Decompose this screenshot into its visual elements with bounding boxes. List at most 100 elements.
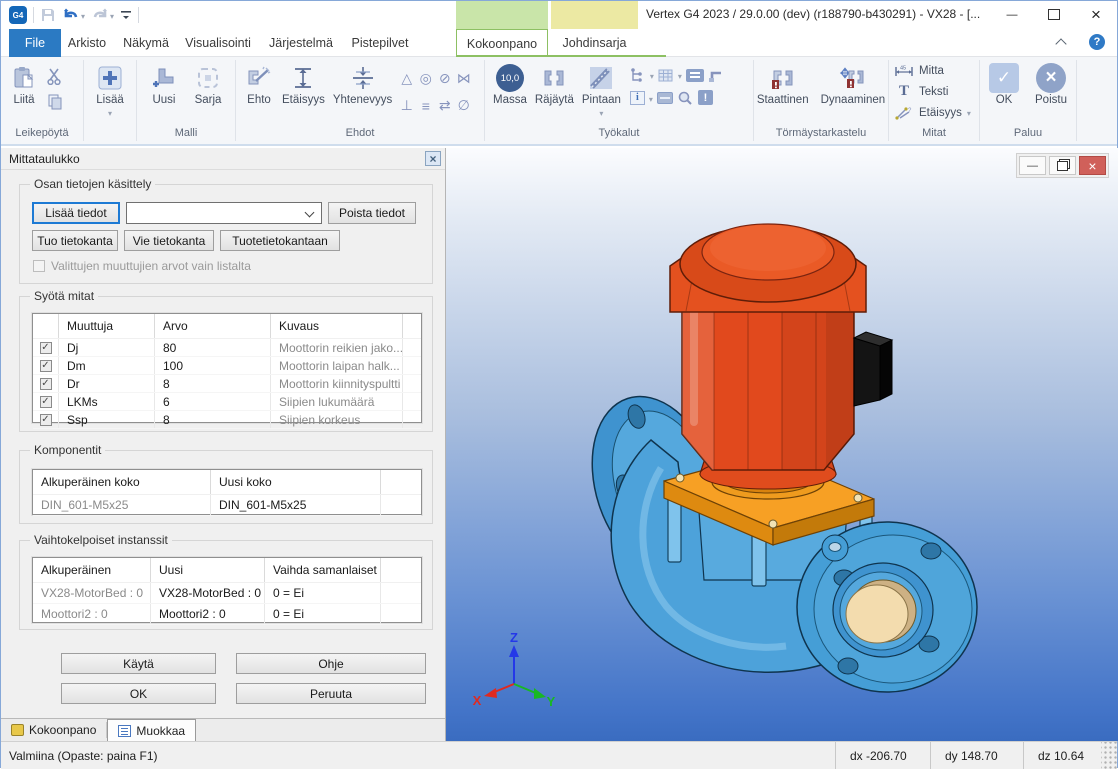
maximize-button[interactable]	[1037, 1, 1071, 28]
mdi-restore-button[interactable]	[1049, 156, 1076, 175]
dimension-row[interactable]: LKMs 6 Siipien lukumäärä	[33, 393, 421, 411]
new-button[interactable]: Uusi	[146, 61, 182, 106]
combo-dropdown-icon[interactable]	[305, 208, 315, 218]
dimension-row[interactable]: Ssp 8 Siipien korkeus	[33, 411, 421, 429]
dimension-row[interactable]: Dm 100 Moottorin laipan halk...	[33, 357, 421, 375]
minimize-button[interactable]	[995, 1, 1029, 28]
listed-values-checkbox[interactable]	[33, 260, 45, 272]
dimensions-table: Muuttuja Arvo Kuvaus Dj 80 Moottorin rei…	[32, 313, 422, 423]
skeleton-tree-icon[interactable]	[630, 67, 646, 83]
redo-dropdown-icon[interactable]	[110, 8, 114, 22]
row-checkbox[interactable]	[40, 414, 52, 426]
ok-ribbon-button[interactable]: OK	[986, 61, 1022, 106]
viewport-3d[interactable]: Z X Y — ×	[446, 148, 1118, 741]
exit-button[interactable]: Poistu	[1032, 61, 1070, 106]
parallel-constraint-icon[interactable]	[422, 98, 430, 114]
export-database-button[interactable]: Vie tietokanta	[124, 230, 214, 251]
apply-button[interactable]: Käytä	[61, 653, 216, 674]
cancel-button[interactable]: Peruuta	[236, 683, 426, 704]
dimension-row[interactable]: Dr 8 Moottorin kiinnityspultti	[33, 375, 421, 393]
mdi-close-button[interactable]: ×	[1079, 156, 1106, 175]
help-icon[interactable]: ?	[1089, 34, 1105, 50]
save-icon[interactable]	[40, 7, 56, 23]
properties-icon[interactable]	[686, 69, 704, 82]
mdi-minimize-button[interactable]: —	[1019, 156, 1046, 175]
component-row[interactable]: DIN_601-M5x25 DIN_601-M5x25	[33, 495, 421, 516]
info-icon[interactable]	[630, 91, 645, 105]
dimension-row[interactable]: Dj 80 Moottorin reikien jako...	[33, 339, 421, 357]
ok-button[interactable]: OK	[61, 683, 216, 704]
doc-tab-kokoonpano[interactable]: Kokoonpano	[1, 719, 106, 741]
opposite-constraint-icon[interactable]	[439, 97, 451, 114]
row-checkbox[interactable]	[40, 378, 52, 390]
undo-dropdown-icon[interactable]	[81, 8, 85, 22]
row-checkbox[interactable]	[40, 360, 52, 372]
instance-row[interactable]: VX28-MotorBed : 0 VX28-MotorBed : 0 0 = …	[33, 583, 421, 604]
hide-constraint-icon[interactable]	[439, 70, 451, 87]
concentric-constraint-icon[interactable]	[420, 70, 432, 87]
warning-icon[interactable]	[698, 90, 713, 105]
row-checkbox[interactable]	[40, 396, 52, 408]
explode-button[interactable]: Räjäytä	[532, 61, 577, 106]
restore-icon	[1057, 161, 1068, 171]
tab-johdinsarja[interactable]: Johdinsarja	[551, 29, 638, 57]
table-icon[interactable]	[658, 67, 674, 83]
help-button[interactable]: Ohje	[236, 653, 426, 674]
paste-button[interactable]: Liitä	[6, 61, 42, 106]
to-surface-button[interactable]: Pintaan	[579, 61, 624, 119]
tab-visualisointi[interactable]: Visualisointi	[183, 29, 253, 57]
measure-distance-button[interactable]: ? Etäisyys	[894, 102, 971, 123]
coincidence-button[interactable]: Yhtenevyys	[330, 61, 395, 106]
undo-button[interactable]	[62, 7, 85, 23]
tab-pistepilvet[interactable]: Pistepilvet	[349, 29, 411, 57]
skeleton-dropdown-icon[interactable]	[650, 68, 654, 82]
header-cell	[403, 314, 421, 338]
add-data-button[interactable]: Lisää tiedot	[32, 202, 120, 224]
tab-file[interactable]: File	[9, 29, 61, 57]
row-checkbox[interactable]	[40, 342, 52, 354]
dynamic-collision-button[interactable]: Dynaaminen	[818, 61, 889, 106]
remove-data-button[interactable]: Poista tiedot	[328, 202, 416, 224]
cut-icon[interactable]	[44, 65, 66, 87]
panel-close-button[interactable]	[425, 151, 441, 166]
condition-button[interactable]: Ehto	[241, 61, 277, 106]
close-button[interactable]	[1079, 1, 1113, 28]
series-button[interactable]: Sarja	[190, 61, 226, 106]
mass-button[interactable]: 10,0 Massa	[490, 61, 530, 106]
angle-constraint-icon[interactable]	[401, 70, 412, 87]
checkbox-cell	[33, 393, 59, 410]
dimension-button[interactable]: 45 Mitta	[894, 60, 944, 81]
tab-kokoonpano[interactable]: Kokoonpano	[456, 29, 548, 57]
distance-constraint-button[interactable]: Etäisyys	[279, 61, 328, 106]
doc-tab-muokkaa[interactable]: Muokkaa	[107, 719, 196, 741]
instance-row[interactable]: Moottori2 : 0 Moottori2 : 0 0 = Ei	[33, 604, 421, 625]
to-surface-icon	[586, 63, 616, 93]
import-database-button[interactable]: Tuo tietokanta	[32, 230, 118, 251]
tangent-constraint-icon[interactable]	[458, 97, 470, 114]
customize-toolbar-icon[interactable]	[120, 9, 132, 21]
tab-arkisto[interactable]: Arkisto	[63, 29, 111, 57]
magnifier-icon[interactable]	[677, 89, 694, 106]
resize-grip[interactable]	[1101, 742, 1117, 769]
perpendicular-constraint-icon[interactable]	[401, 97, 413, 114]
product-database-button[interactable]: Tuotetietokantaan	[220, 230, 340, 251]
ribbon-group-tools: 10,0 Massa Räjäytä Pintaan	[485, 57, 753, 144]
coincidence-icon	[348, 63, 378, 93]
redo-button[interactable]	[91, 7, 114, 23]
table-dropdown-icon[interactable]	[678, 68, 682, 82]
header-cell-new-size: Uusi koko	[211, 470, 381, 494]
symmetry-constraint-icon[interactable]	[457, 70, 471, 87]
drawer-icon[interactable]	[657, 92, 673, 104]
app-logo[interactable]: G4	[9, 6, 27, 24]
collapse-ribbon-icon[interactable]	[1057, 37, 1065, 48]
text-button[interactable]: T Teksti	[894, 81, 948, 102]
tab-nakyma[interactable]: Näkymä	[121, 29, 171, 57]
add-component-button[interactable]: Lisää	[92, 61, 128, 119]
part-data-combobox[interactable]	[126, 202, 322, 224]
static-collision-button[interactable]: Staattinen	[754, 61, 812, 106]
group-label-model: Malli	[137, 127, 235, 144]
pipe-corner-icon[interactable]	[708, 67, 724, 83]
tab-jarjestelma[interactable]: Järjestelmä	[267, 29, 335, 57]
info-dropdown-icon[interactable]	[649, 91, 653, 105]
copy-icon[interactable]	[44, 91, 66, 113]
